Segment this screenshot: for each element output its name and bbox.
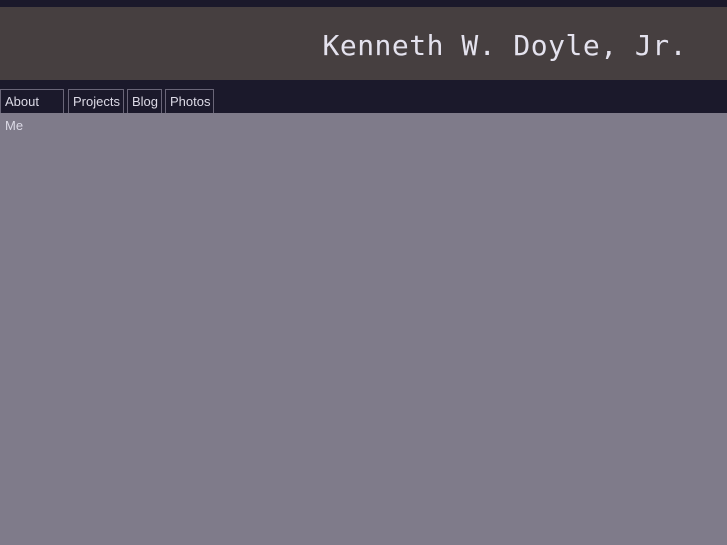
site-header: Kenneth W. Doyle, Jr. [0, 7, 727, 80]
content-area [0, 113, 727, 545]
top-bar [0, 0, 727, 7]
nav-about-me[interactable]: About Me [0, 89, 64, 133]
main-nav: About Me Projects Blog Photos [0, 80, 727, 133]
site-title: Kenneth W. Doyle, Jr. [322, 29, 687, 62]
nav-blog[interactable]: Blog [127, 89, 162, 113]
nav-projects[interactable]: Projects [68, 89, 124, 113]
nav-photos[interactable]: Photos [165, 89, 214, 113]
